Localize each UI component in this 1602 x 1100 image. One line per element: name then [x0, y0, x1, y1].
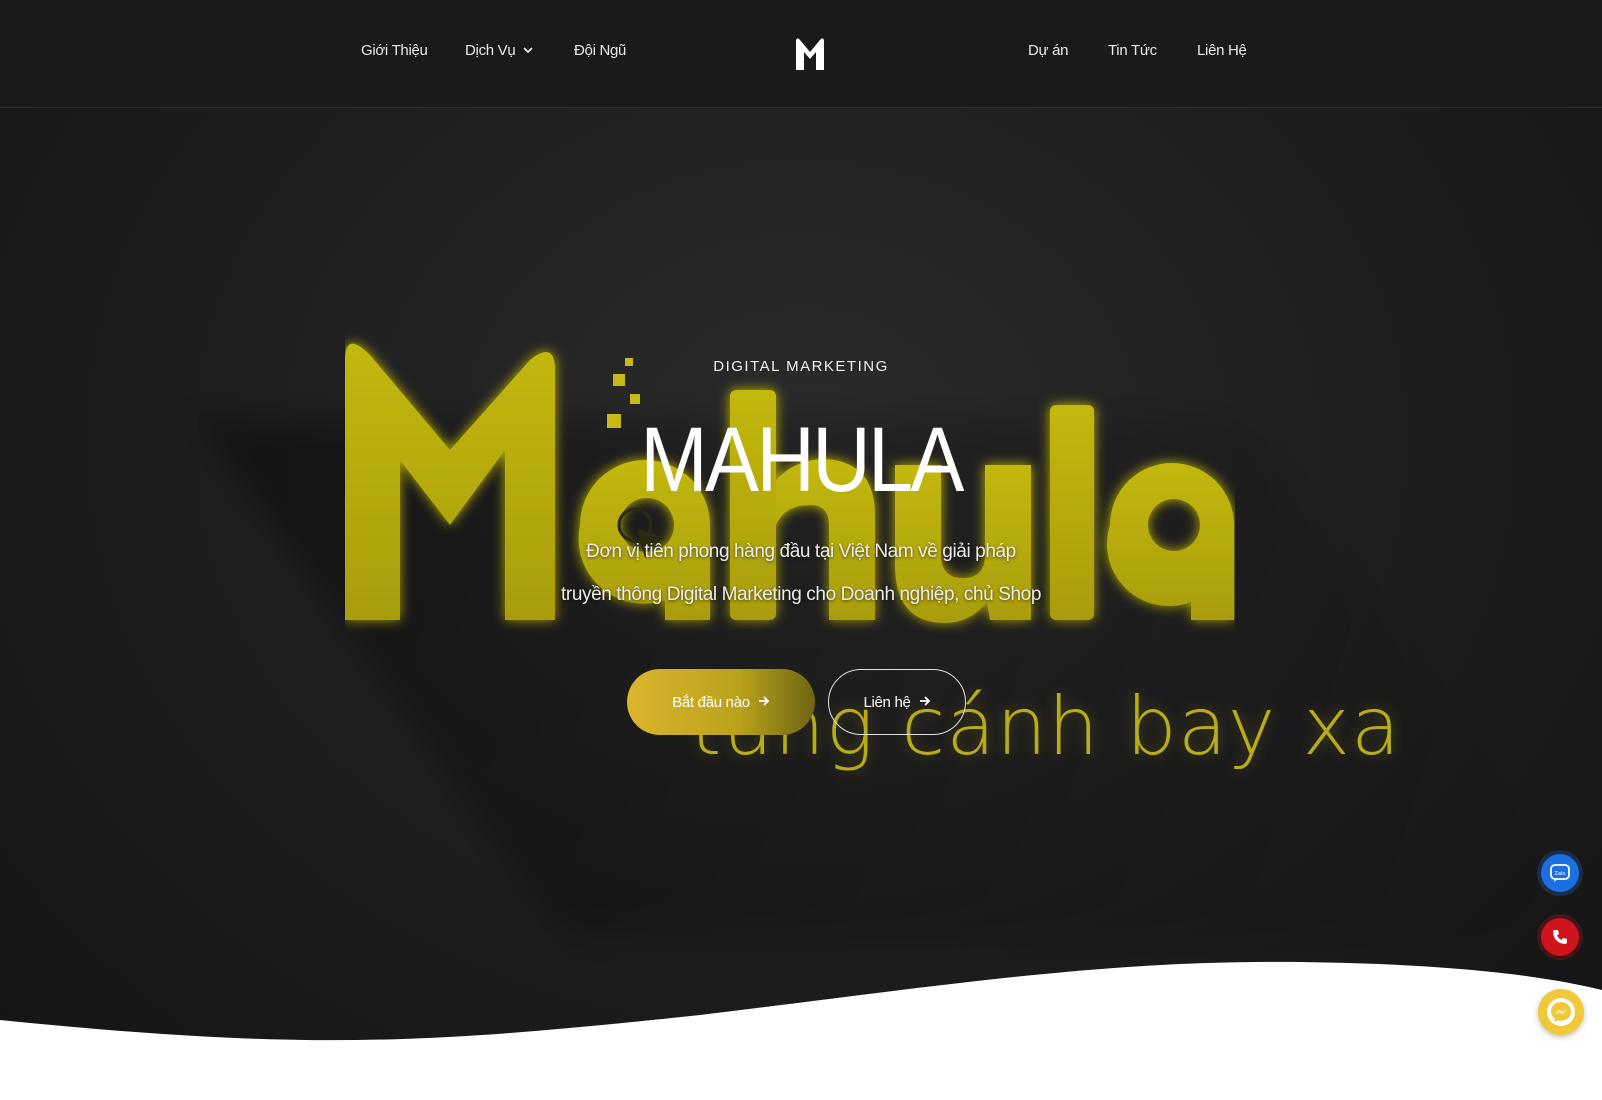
nav-item-label: Liên Hệ — [1197, 42, 1247, 59]
contact-button[interactable]: Liên hệ — [828, 669, 966, 735]
nav-item-lien-he[interactable]: Liên Hệ — [1197, 42, 1247, 59]
hero-eyebrow: DIGITAL MARKETING — [713, 358, 889, 375]
nav-item-label: Giới Thiệu — [361, 42, 428, 59]
start-button[interactable]: Bắt đầu nào — [627, 669, 815, 735]
zalo-chat-button[interactable]: Zalo — [1541, 854, 1579, 892]
contact-button-label: Liên hệ — [863, 693, 911, 711]
nav-item-tin-tuc[interactable]: Tin Tức — [1108, 42, 1157, 59]
hero-bottom-wave — [0, 961, 1602, 1100]
arrow-right-icon — [919, 694, 931, 710]
phone-call-button[interactable] — [1541, 918, 1579, 956]
nav-item-label: Dự án — [1028, 42, 1069, 59]
hero-headline: MAHULA — [640, 409, 964, 511]
start-button-label: Bắt đầu nào — [672, 693, 750, 711]
nav-item-label: Đội Ngũ — [574, 42, 627, 59]
site-header: Giới Thiệu Dịch Vụ Đội Ngũ Dự án Tin Tức… — [0, 0, 1602, 108]
arrow-right-icon — [758, 694, 770, 710]
nav-item-label: Dịch Vụ — [465, 42, 516, 59]
hero-subtitle-line1: Đơn vị tiên phong hàng đầu tại Việt Nam … — [586, 541, 1016, 562]
chevron-down-icon — [523, 45, 534, 57]
brand-logo-icon[interactable] — [794, 36, 826, 72]
messenger-icon — [1547, 998, 1575, 1026]
nav-item-dich-vu[interactable]: Dịch Vụ — [465, 42, 534, 59]
svg-text:Zalo: Zalo — [1555, 871, 1566, 877]
hero-section: tung cánh bay xa Giới Thiệu Dịch Vụ Đội … — [0, 0, 1602, 1100]
hero-subtitle-line2: truyền thông Digital Marketing cho Doanh… — [561, 584, 1041, 605]
nav-item-gioi-thieu[interactable]: Giới Thiệu — [361, 42, 428, 59]
nav-item-doi-ngu[interactable]: Đội Ngũ — [574, 42, 626, 59]
nav-item-du-an[interactable]: Dự án — [1028, 42, 1069, 59]
nav-item-label: Tin Tức — [1108, 42, 1157, 59]
zalo-icon: Zalo — [1550, 864, 1570, 882]
phone-icon — [1553, 930, 1567, 944]
messenger-button[interactable] — [1538, 989, 1584, 1035]
